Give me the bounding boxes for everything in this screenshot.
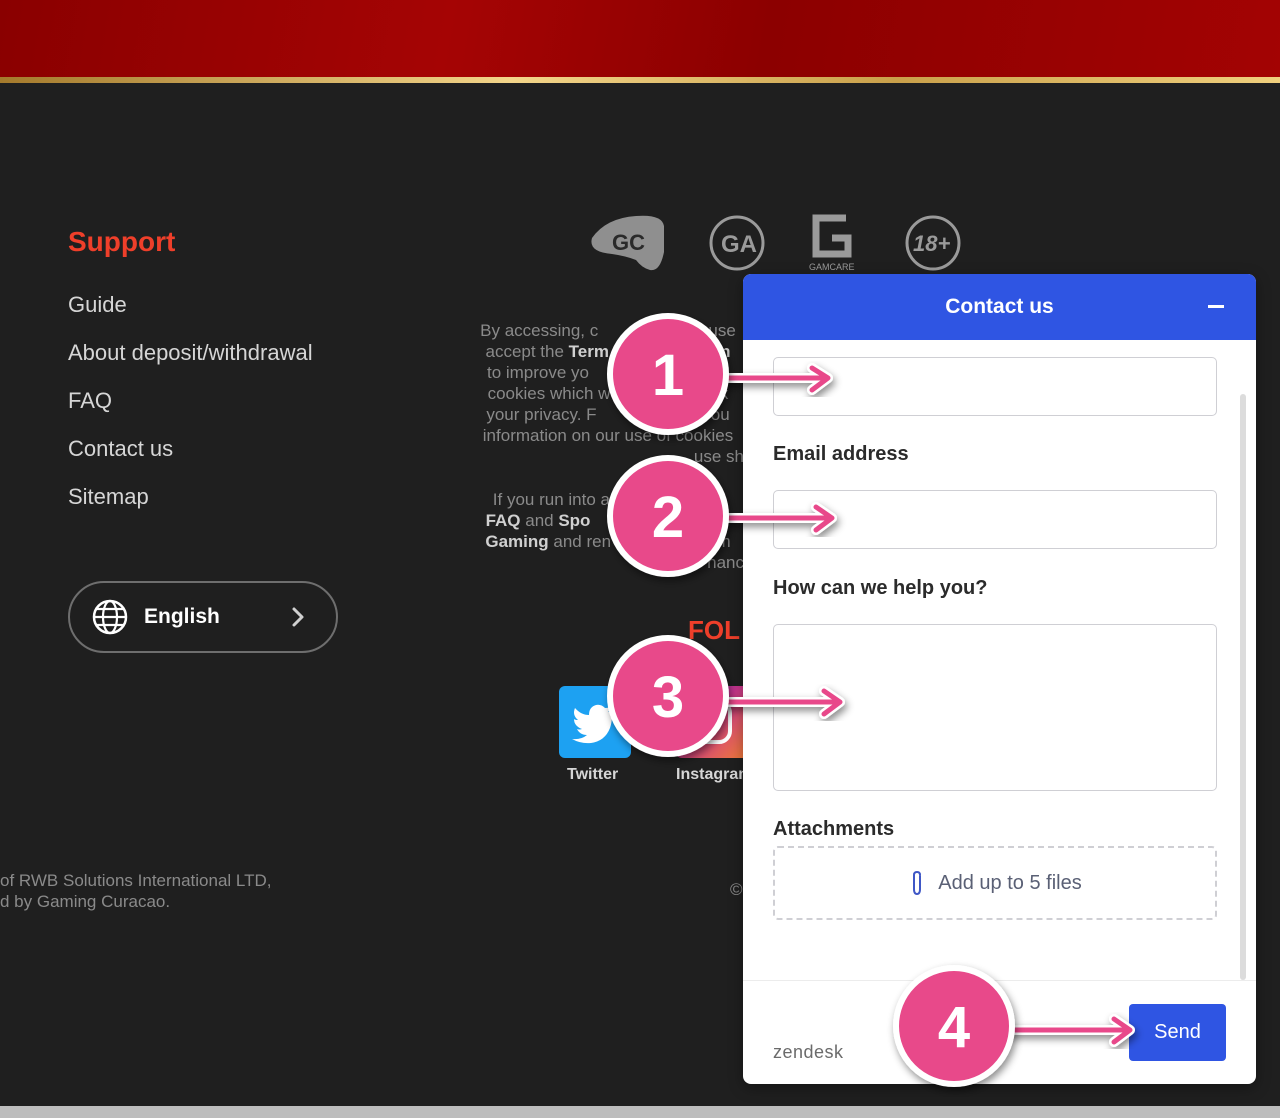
widget-header: Contact us: [743, 274, 1256, 340]
contact-widget: Contact us Email address How can we help…: [743, 274, 1256, 1084]
support-link-sitemap[interactable]: Sitemap: [68, 484, 313, 532]
support-links: Guide About deposit/withdrawal FAQ Conta…: [68, 292, 313, 532]
gaming-link[interactable]: Gaming: [485, 532, 548, 551]
instagram-link[interactable]: [676, 686, 744, 758]
svg-text:GC: GC: [612, 230, 645, 255]
instagram-icon: [688, 700, 732, 744]
language-selector[interactable]: English: [68, 581, 338, 653]
gold-divider: [0, 77, 1280, 83]
twitter-link[interactable]: [559, 686, 631, 758]
top-banner: [0, 0, 1280, 78]
bottom-bar: [0, 1106, 1280, 1118]
minimize-icon[interactable]: [1208, 305, 1224, 308]
support-link-guide[interactable]: Guide: [68, 292, 313, 340]
instagram-label: Instagram: [676, 766, 744, 783]
svg-text:GA: GA: [721, 231, 757, 258]
support-link-deposit-withdrawal[interactable]: About deposit/withdrawal: [68, 340, 313, 388]
ga-badge-icon[interactable]: GA: [708, 214, 766, 272]
age-18-badge-icon[interactable]: 18+: [904, 214, 962, 272]
twitter-label: Twitter: [567, 766, 619, 783]
support-heading: Support: [68, 226, 176, 257]
attachment-text: Add up to 5 files: [938, 871, 1082, 894]
terms-link[interactable]: Term: [569, 342, 609, 361]
svg-text:18+: 18+: [913, 231, 950, 256]
widget-scrollbar[interactable]: [1240, 394, 1246, 980]
legal-notice: of RWB Solutions International LTD, d by…: [0, 871, 272, 911]
language-label: English: [144, 605, 220, 628]
message-textarea[interactable]: [773, 624, 1217, 791]
send-button[interactable]: Send: [1129, 1004, 1226, 1061]
attachments-label: Attachments: [773, 818, 895, 840]
support-link-contact-us[interactable]: Contact us: [68, 436, 313, 484]
terms-disclaimer: By accessing, co use accept the Term ion …: [480, 321, 744, 466]
widget-title: Contact us: [945, 295, 1054, 318]
follow-heading: FOL: [688, 615, 740, 645]
help-disclaimer: If you run into a hi FAQ and Spo Gaming a…: [485, 490, 744, 572]
support-link[interactable]: Spo: [558, 511, 590, 530]
help-label: How can we help you?: [773, 577, 988, 599]
zendesk-logo[interactable]: zendesk: [773, 1042, 844, 1063]
licensing-badges: GC GA GAMCARE 18+: [580, 210, 980, 280]
widget-footer-divider: [743, 980, 1256, 981]
chevron-right-icon: [292, 607, 304, 627]
gc-badge-icon[interactable]: GC: [586, 212, 666, 272]
support-link-faq[interactable]: FAQ: [68, 388, 313, 436]
twitter-icon: [572, 704, 615, 744]
faq-link[interactable]: FAQ: [486, 511, 521, 530]
email-field[interactable]: [773, 490, 1217, 549]
attachment-dropzone[interactable]: Add up to 5 files: [773, 846, 1217, 920]
paperclip-icon: [913, 870, 922, 896]
name-field[interactable]: [773, 357, 1217, 416]
svg-text:GAMCARE: GAMCARE: [809, 262, 855, 272]
gamcare-badge-icon[interactable]: GAMCARE: [806, 212, 868, 274]
globe-icon: [92, 599, 128, 635]
copyright-notice: ©: [730, 880, 743, 899]
email-label: Email address: [773, 443, 909, 465]
